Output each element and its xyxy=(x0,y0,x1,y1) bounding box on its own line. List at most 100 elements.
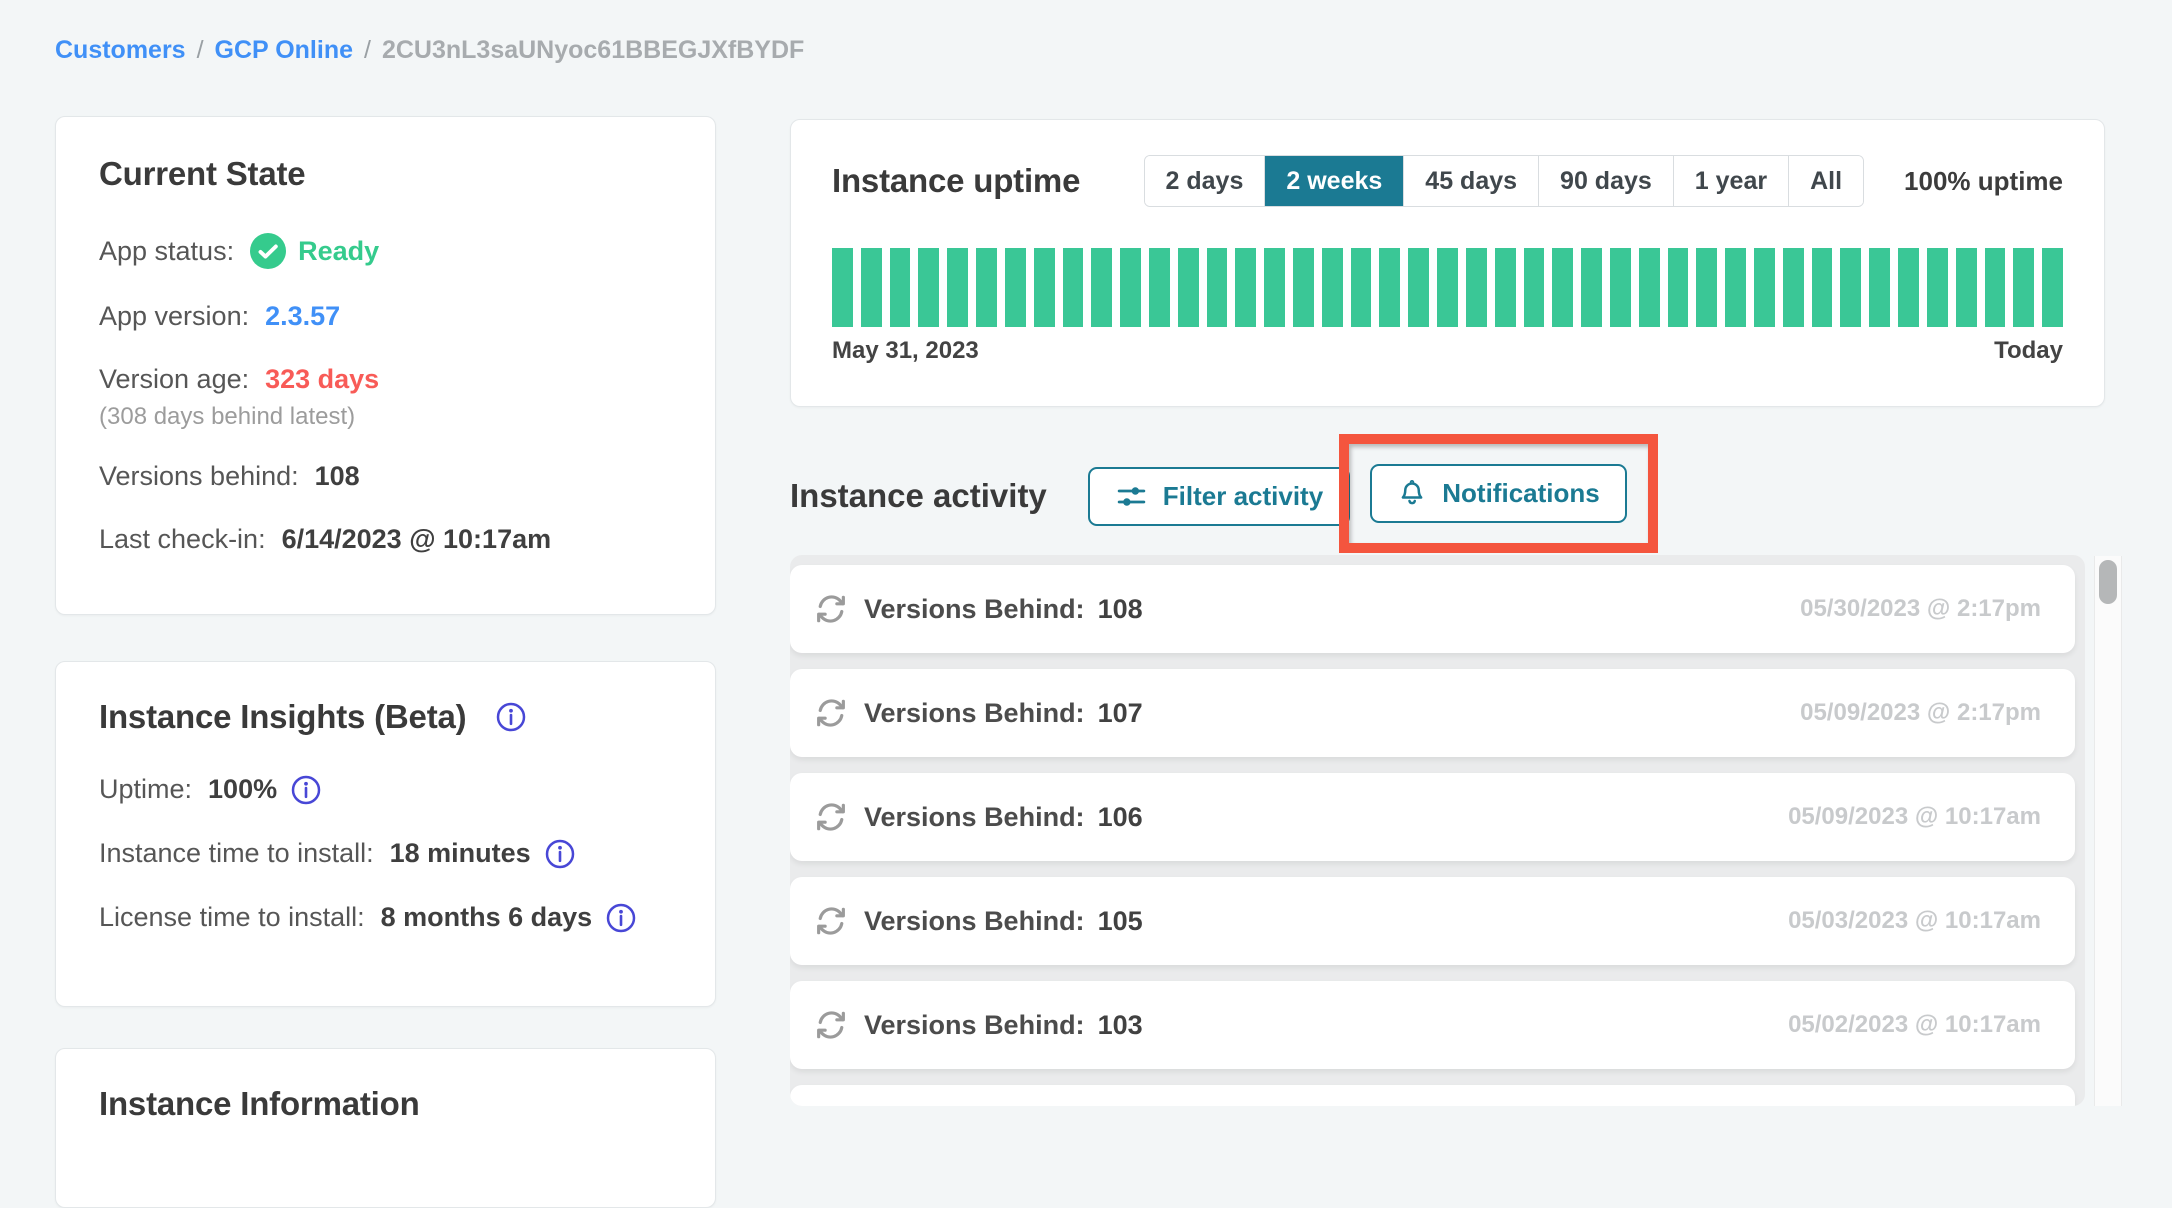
info-icon[interactable] xyxy=(496,702,526,732)
version-age-label: Version age: xyxy=(99,364,249,395)
breadcrumb-item-3: 2CU3nL3saUNyoc61BBEGJXfBYDF xyxy=(382,36,804,64)
info-icon[interactable] xyxy=(291,775,321,805)
activity-row-time: 05/09/2023 @ 2:17pm xyxy=(1800,699,2041,727)
range-button-1-year[interactable]: 1 year xyxy=(1673,156,1788,206)
activity-row-time: 05/02/2023 @ 10:17am xyxy=(1788,1011,2041,1039)
filter-activity-label: Filter activity xyxy=(1163,481,1323,512)
uptime-bar xyxy=(832,248,853,327)
uptime-bar xyxy=(1552,248,1573,327)
annotation-highlight-box: Notifications xyxy=(1339,434,1658,553)
activity-row-value: 106 xyxy=(1098,802,1143,833)
breadcrumb-item-1[interactable]: Customers xyxy=(55,36,186,64)
activity-row[interactable] xyxy=(790,1085,2075,1106)
range-button-2-weeks[interactable]: 2 weeks xyxy=(1264,156,1403,206)
sync-icon xyxy=(812,1006,850,1044)
uptime-bar xyxy=(1149,248,1170,327)
uptime-insight-label: Uptime: xyxy=(99,774,192,805)
activity-row-time: 05/09/2023 @ 10:17am xyxy=(1788,803,2041,831)
activity-scrollbar-thumb[interactable] xyxy=(2099,560,2117,604)
uptime-bar xyxy=(1379,248,1400,327)
uptime-bar xyxy=(1293,248,1314,327)
uptime-bar xyxy=(890,248,911,327)
activity-row[interactable]: Versions Behind: 106 05/09/2023 @ 10:17a… xyxy=(790,773,2075,861)
uptime-bar xyxy=(1581,248,1602,327)
uptime-bar xyxy=(1610,248,1631,327)
uptime-bar xyxy=(918,248,939,327)
activity-row[interactable]: Versions Behind: 103 05/02/2023 @ 10:17a… xyxy=(790,981,2075,1069)
range-button-2-days[interactable]: 2 days xyxy=(1145,156,1265,206)
activity-row-value: 108 xyxy=(1098,594,1143,625)
uptime-bar xyxy=(976,248,997,327)
range-button-all[interactable]: All xyxy=(1788,156,1863,206)
activity-scrollbar-track[interactable] xyxy=(2094,556,2122,1106)
activity-row-label: Versions Behind: xyxy=(864,906,1085,937)
breadcrumb-item-2[interactable]: GCP Online xyxy=(215,36,353,64)
version-age-note: (308 days behind latest) xyxy=(99,403,677,431)
uptime-bar xyxy=(1524,248,1545,327)
uptime-bar xyxy=(1956,248,1977,327)
page: { "colors": { "accent_teal": "#1b7a93", … xyxy=(0,0,2172,1106)
uptime-insight-value: 100% xyxy=(208,774,277,805)
uptime-bar xyxy=(1034,248,1055,327)
instance-insights-card: Instance Insights (Beta) Uptime: 100% In… xyxy=(55,661,716,1007)
uptime-bar xyxy=(1668,248,1689,327)
activity-row-value: 105 xyxy=(1098,906,1143,937)
breadcrumb-separator: / xyxy=(197,36,204,64)
version-age-row: Version age: 323 days xyxy=(99,364,677,395)
range-button-90-days[interactable]: 90 days xyxy=(1538,156,1673,206)
time-range-group: 2 days2 weeks45 days90 days1 yearAll xyxy=(1144,155,1865,207)
instance-uptime-card: Instance uptime 2 days2 weeks45 days90 d… xyxy=(790,119,2105,407)
activity-row-value: 103 xyxy=(1098,1010,1143,1041)
uptime-bar xyxy=(2013,248,2034,327)
uptime-bar xyxy=(1812,248,1833,327)
uptime-bar xyxy=(1063,248,1084,327)
sliders-icon xyxy=(1115,480,1148,513)
uptime-bar xyxy=(1437,248,1458,327)
versions-behind-value: 108 xyxy=(315,461,360,492)
uptime-insight-row: Uptime: 100% xyxy=(99,774,677,805)
activity-row-label: Versions Behind: xyxy=(864,698,1085,729)
uptime-bar xyxy=(1178,248,1199,327)
activity-row-time: 05/03/2023 @ 10:17am xyxy=(1788,907,2041,935)
uptime-bar xyxy=(1725,248,1746,327)
uptime-bar xyxy=(861,248,882,327)
activity-row-label: Versions Behind: xyxy=(864,1010,1085,1041)
uptime-bar xyxy=(1869,248,1890,327)
notifications-button[interactable]: Notifications xyxy=(1370,464,1626,523)
uptime-bar xyxy=(1091,248,1112,327)
activity-row[interactable]: Versions Behind: 107 05/09/2023 @ 2:17pm xyxy=(790,669,2075,757)
activity-row-label: Versions Behind: xyxy=(864,802,1085,833)
sync-icon xyxy=(812,902,850,940)
uptime-bar xyxy=(947,248,968,327)
breadcrumb-separator: / xyxy=(364,36,371,64)
uptime-axis: May 31, 2023 Today xyxy=(832,337,2063,365)
license-install-value: 8 months 6 days xyxy=(381,902,593,933)
range-button-45-days[interactable]: 45 days xyxy=(1403,156,1538,206)
app-status-value: Ready xyxy=(298,236,379,267)
instance-information-title: Instance Information xyxy=(99,1085,677,1123)
license-install-label: License time to install: xyxy=(99,902,365,933)
versions-behind-row: Versions behind: 108 xyxy=(99,461,677,492)
uptime-bar xyxy=(1754,248,1775,327)
filter-activity-button[interactable]: Filter activity xyxy=(1088,467,1350,526)
info-icon[interactable] xyxy=(545,839,575,869)
versions-behind-label: Versions behind: xyxy=(99,461,299,492)
instance-information-card: Instance Information xyxy=(55,1048,716,1208)
info-icon[interactable] xyxy=(606,903,636,933)
notifications-label: Notifications xyxy=(1442,478,1599,509)
last-checkin-value: 6/14/2023 @ 10:17am xyxy=(282,524,552,555)
uptime-bar xyxy=(1408,248,1429,327)
breadcrumb: Customers / GCP Online / 2CU3nL3saUNyoc61BBE… xyxy=(55,36,804,65)
activity-row[interactable]: Versions Behind: 108 05/30/2023 @ 2:17pm xyxy=(790,565,2075,653)
uptime-bar xyxy=(1696,248,1717,327)
instance-install-value: 18 minutes xyxy=(390,838,531,869)
uptime-bar xyxy=(1235,248,1256,327)
activity-row[interactable]: Versions Behind: 105 05/03/2023 @ 10:17a… xyxy=(790,877,2075,965)
version-age-value: 323 days xyxy=(265,364,379,395)
insights-title: Instance Insights (Beta) xyxy=(99,698,466,736)
uptime-bar xyxy=(1495,248,1516,327)
app-version-value[interactable]: 2.3.57 xyxy=(265,301,340,332)
axis-end-label: Today xyxy=(1994,337,2063,365)
last-checkin-row: Last check-in: 6/14/2023 @ 10:17am xyxy=(99,524,677,555)
sync-icon xyxy=(812,694,850,732)
